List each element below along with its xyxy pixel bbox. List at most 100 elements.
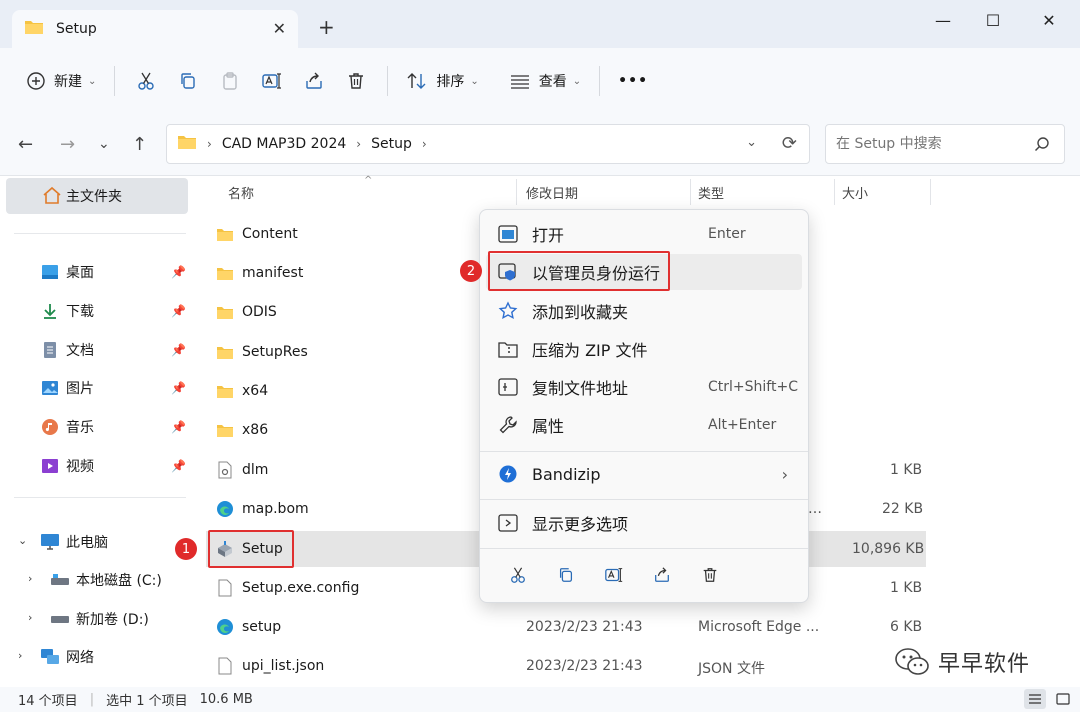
- pin-icon[interactable]: 📌: [171, 420, 186, 434]
- sidebar-item-home[interactable]: 主文件夹: [6, 178, 188, 214]
- rename-button[interactable]: [251, 61, 293, 101]
- column-divider[interactable]: [930, 179, 931, 205]
- breadcrumb-separator-icon[interactable]: ›: [356, 137, 361, 151]
- breadcrumb-separator-icon[interactable]: ›: [422, 137, 427, 151]
- sidebar-item-label: 网络: [66, 650, 94, 666]
- paste-button[interactable]: [209, 61, 251, 101]
- menu-item-copy-path[interactable]: 复制文件地址 Ctrl+Shift+C: [486, 369, 802, 405]
- menu-share-button[interactable]: [638, 560, 686, 590]
- pin-icon[interactable]: 📌: [171, 265, 186, 279]
- menu-rename-button[interactable]: [590, 560, 638, 590]
- tiles-view-button[interactable]: [1052, 689, 1074, 709]
- search-input[interactable]: [826, 125, 1016, 163]
- toolbar-divider: [387, 66, 389, 96]
- navigation-pane: 主文件夹 桌面 📌 下载 📌 文档 📌 图片 📌 音乐 📌 视频 📌 ⌄ 此电脑…: [0, 177, 196, 687]
- watermark: 早早软件: [894, 646, 1030, 678]
- column-header-type[interactable]: 类型: [698, 177, 724, 207]
- menu-copy-button[interactable]: [542, 560, 590, 590]
- view-list-icon: [510, 75, 529, 89]
- file-name: setup: [242, 619, 282, 635]
- column-header-name[interactable]: 名称: [228, 177, 254, 207]
- new-tab-button[interactable]: +: [318, 17, 335, 37]
- menu-item-open[interactable]: 打开 Enter: [486, 216, 802, 252]
- minimize-button[interactable]: —: [920, 8, 966, 32]
- rename-icon: [262, 73, 282, 89]
- column-divider[interactable]: [690, 179, 691, 205]
- menu-cut-button[interactable]: [494, 560, 542, 590]
- sort-ascending-icon: ^: [364, 175, 373, 186]
- share-button[interactable]: [293, 61, 335, 101]
- menu-item-bandizip[interactable]: Bandizip ›: [486, 456, 802, 492]
- wrench-icon: [496, 414, 520, 436]
- sort-button[interactable]: 排序 ⌄: [398, 61, 486, 101]
- more-button[interactable]: •••: [610, 61, 656, 101]
- column-divider[interactable]: [834, 179, 835, 205]
- sidebar-item-drive-c[interactable]: 本地磁盘 (C:): [50, 567, 198, 593]
- sidebar-item-desktop[interactable]: 桌面 📌: [40, 259, 188, 285]
- sidebar-item-drive-d[interactable]: 新加卷 (D:): [50, 606, 198, 632]
- new-button[interactable]: 新建 ⌄: [18, 61, 104, 101]
- sidebar-item-network[interactable]: 网络: [40, 644, 188, 670]
- file-date: 2023/2/23 21:43: [526, 658, 643, 674]
- sidebar-item-pictures[interactable]: 图片 📌: [40, 375, 188, 401]
- expand-chevron-icon[interactable]: ⌄: [18, 534, 27, 547]
- pin-icon[interactable]: 📌: [171, 459, 186, 473]
- cut-button[interactable]: [125, 61, 167, 101]
- menu-item-label: 属性: [532, 417, 565, 436]
- step-badge-2: 2: [460, 260, 482, 282]
- up-arrow-icon[interactable]: ↑: [132, 134, 147, 155]
- maximize-button[interactable]: ☐: [970, 8, 1016, 32]
- copy-button[interactable]: [167, 61, 209, 101]
- menu-item-show-more[interactable]: 显示更多选项: [486, 505, 802, 541]
- file-name: manifest: [242, 265, 304, 281]
- breadcrumb-separator-icon[interactable]: ›: [207, 137, 212, 151]
- search-icon[interactable]: [1034, 136, 1050, 152]
- drive-icon: [50, 610, 70, 628]
- plus-circle-icon: [27, 72, 45, 90]
- rename-icon: [605, 568, 623, 582]
- column-divider[interactable]: [516, 179, 517, 205]
- menu-shortcut: Enter: [708, 226, 746, 242]
- wechat-icon: [895, 648, 929, 675]
- column-header-size[interactable]: 大小: [842, 177, 868, 207]
- file-size: 10,896 KB: [852, 541, 925, 557]
- details-view-button[interactable]: [1024, 689, 1046, 709]
- tab-close-icon[interactable]: ✕: [273, 19, 286, 38]
- menu-item-add-favorites[interactable]: 添加到收藏夹: [486, 293, 802, 329]
- back-arrow-icon[interactable]: ←: [18, 134, 33, 155]
- view-button[interactable]: 查看 ⌄: [501, 61, 589, 101]
- sidebar-item-videos[interactable]: 视频 📌: [40, 453, 188, 479]
- sidebar-item-label: 本地磁盘 (C:): [76, 573, 162, 589]
- recent-chevron-icon[interactable]: ⌄: [98, 136, 110, 152]
- column-header-date[interactable]: 修改日期: [526, 177, 578, 207]
- menu-delete-button[interactable]: [686, 560, 734, 590]
- close-window-button[interactable]: ✕: [1026, 8, 1072, 32]
- expand-chevron-icon[interactable]: ›: [28, 611, 32, 624]
- breadcrumb-setup[interactable]: Setup: [371, 136, 412, 152]
- download-icon: [40, 302, 60, 320]
- menu-item-properties[interactable]: 属性 Alt+Enter: [486, 407, 802, 443]
- menu-item-compress-zip[interactable]: 压缩为 ZIP 文件: [486, 331, 802, 367]
- sidebar-item-this-pc[interactable]: 此电脑: [40, 529, 188, 555]
- sidebar-item-downloads[interactable]: 下载 📌: [40, 298, 188, 324]
- search-box[interactable]: [825, 124, 1065, 164]
- network-icon: [40, 648, 60, 666]
- forward-arrow-icon[interactable]: →: [60, 134, 75, 155]
- tab-setup[interactable]: Setup ✕: [12, 10, 298, 48]
- address-dropdown-icon[interactable]: ⌄: [746, 135, 757, 150]
- address-bar[interactable]: › CAD MAP3D 2024 › Setup › ⌄ ⟳: [166, 124, 810, 164]
- pin-icon[interactable]: 📌: [171, 381, 186, 395]
- sidebar-divider: [14, 497, 186, 498]
- expand-chevron-icon[interactable]: ›: [28, 572, 32, 585]
- expand-chevron-icon[interactable]: ›: [18, 649, 22, 662]
- sidebar-item-music[interactable]: 音乐 📌: [40, 414, 188, 440]
- folder-icon: [177, 134, 197, 154]
- delete-button[interactable]: [335, 61, 377, 101]
- refresh-icon[interactable]: ⟳: [782, 133, 797, 154]
- file-icon: [214, 656, 236, 676]
- sidebar-item-label: 下载: [66, 304, 94, 320]
- pin-icon[interactable]: 📌: [171, 343, 186, 357]
- sidebar-item-documents[interactable]: 文档 📌: [40, 337, 188, 363]
- pin-icon[interactable]: 📌: [171, 304, 186, 318]
- breadcrumb-cad-map3d[interactable]: CAD MAP3D 2024: [222, 136, 346, 152]
